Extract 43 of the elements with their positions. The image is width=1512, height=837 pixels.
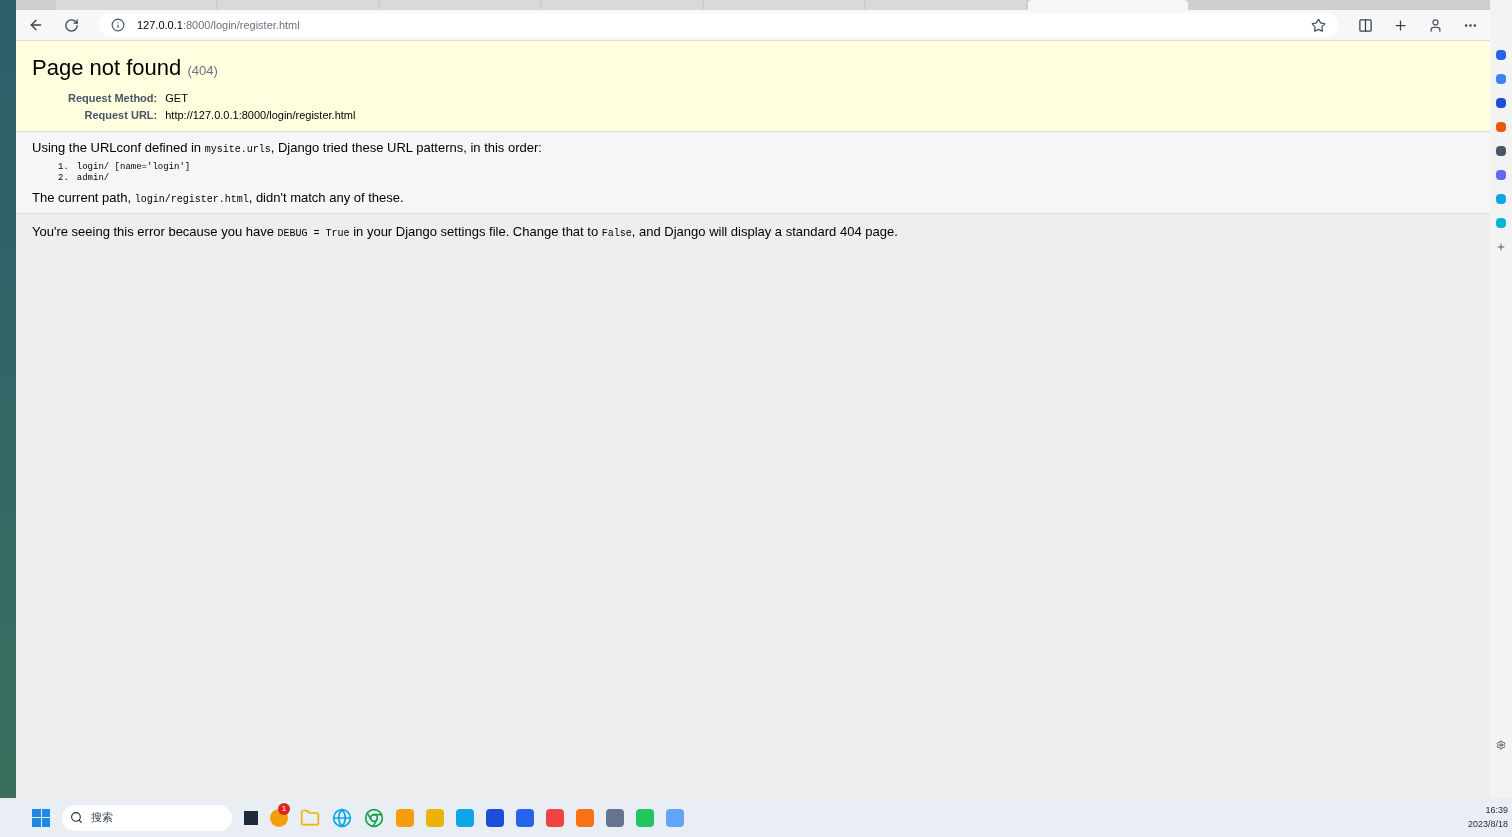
taskbar-app-icon[interactable] xyxy=(546,808,564,827)
request-value: GET xyxy=(165,91,189,106)
sidebar-app-icon[interactable] xyxy=(1496,146,1506,156)
start-icon[interactable] xyxy=(32,808,50,827)
folder-icon[interactable] xyxy=(300,807,320,828)
taskbar-app-icon[interactable] xyxy=(486,808,504,827)
request-label: Request URL: xyxy=(83,107,158,123)
address-bar[interactable]: 127.0.0.1:8000/login/register.html xyxy=(99,13,1338,37)
search-icon xyxy=(70,811,83,824)
address-text: 127.0.0.1:8000/login/register.html xyxy=(137,17,300,33)
urlconf-sentence: Using the URLconf defined in mysite.urls, Django tried these URL patterns, in this order: xyxy=(32,139,543,157)
page-title: Page not found (404) xyxy=(32,54,219,82)
clock-date: 2023/8/18 xyxy=(1467,817,1508,831)
list-number: 2. xyxy=(58,172,69,184)
current-path-sentence: The current path, login/register.html, didn't match any of these. xyxy=(32,188,405,207)
favorite-star-icon[interactable] xyxy=(1311,17,1326,33)
refresh-icon[interactable] xyxy=(64,17,79,33)
sidebar-app-icon[interactable] xyxy=(1496,98,1506,108)
task-view-icon[interactable] xyxy=(244,810,258,825)
notification-badge: 1 xyxy=(278,802,290,815)
clock-time: 16:39 xyxy=(1485,804,1508,817)
list-number: 1. xyxy=(58,161,69,173)
request-label: Request Method: xyxy=(68,91,158,106)
browser-icon[interactable] xyxy=(332,807,352,828)
profile-icon[interactable] xyxy=(1428,17,1443,33)
sidebar-app-icon[interactable] xyxy=(1496,122,1506,132)
settings-icon[interactable] xyxy=(1496,740,1506,750)
debug-explanation: You're seeing this error because you have DEBUG = True in your Django settings file. Change that to False, and Django will display a standard 404 page. xyxy=(32,223,899,241)
sidebar-app-icon[interactable] xyxy=(1496,74,1506,84)
taskbar-search-field[interactable]: 搜索 xyxy=(62,804,232,831)
taskbar-app-icon[interactable] xyxy=(576,808,594,827)
sidebar-app-icon[interactable] xyxy=(1496,170,1506,180)
add-icon[interactable] xyxy=(1496,242,1506,252)
taskbar-app-icon[interactable] xyxy=(606,808,624,827)
back-icon[interactable] xyxy=(28,17,44,33)
taskbar-app-icon[interactable] xyxy=(456,808,474,827)
taskbar-app-icon[interactable] xyxy=(516,808,534,827)
request-value: http://127.0.0.1:8000/login/register.html xyxy=(165,107,357,123)
url-pattern: login/ [name='login'] xyxy=(76,161,191,173)
url-pattern: admin/ xyxy=(76,172,110,184)
info-icon xyxy=(111,18,125,32)
split-view-icon[interactable] xyxy=(1358,17,1373,33)
sidebar-app-icon[interactable] xyxy=(1496,50,1506,60)
